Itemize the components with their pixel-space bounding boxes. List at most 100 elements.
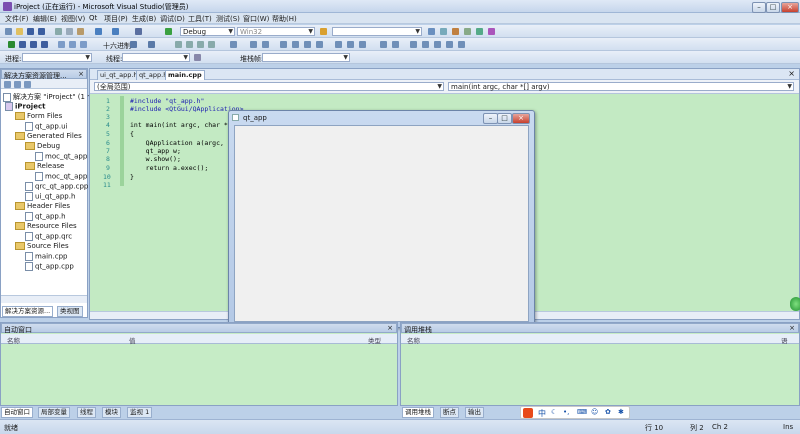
- column-value[interactable]: 值: [129, 335, 136, 345]
- text-icon-1[interactable]: [175, 41, 182, 48]
- properties-icon[interactable]: [452, 28, 459, 35]
- column-name[interactable]: 名称: [7, 335, 20, 345]
- tab-autos[interactable]: 自动窗口: [1, 407, 33, 418]
- stop-debugging-icon[interactable]: [30, 41, 37, 48]
- menu-tools[interactable]: 工具(T): [188, 14, 212, 24]
- menu-project[interactable]: 项目(P): [104, 14, 128, 24]
- tab-breakpoints[interactable]: 断点: [440, 407, 459, 418]
- tree-item-moc-debug[interactable]: moc_qt_app: [35, 152, 87, 161]
- code-line[interactable]: qt_app w;: [130, 147, 181, 155]
- tab-threads[interactable]: 线程: [77, 407, 96, 418]
- object-browser-icon[interactable]: [476, 28, 483, 35]
- code-line[interactable]: {: [130, 130, 134, 138]
- close-panel-icon[interactable]: ×: [78, 70, 84, 78]
- text-icon-3[interactable]: [197, 41, 204, 48]
- step-into-icon[interactable]: [58, 41, 65, 48]
- tab-call-stack[interactable]: 调用堆栈: [402, 407, 434, 418]
- undo-icon[interactable]: [95, 28, 102, 35]
- code-line[interactable]: w.show();: [130, 155, 181, 163]
- qt-icon-3[interactable]: [262, 41, 269, 48]
- tree-item-resource-files[interactable]: Resource Files: [15, 222, 77, 230]
- tree-item-project[interactable]: iProject: [5, 102, 45, 111]
- qt-icon-11[interactable]: [380, 41, 387, 48]
- column-language[interactable]: 语: [781, 335, 788, 345]
- ime-punct-icon[interactable]: •,: [563, 408, 569, 416]
- windows-menu-icon[interactable]: [148, 41, 155, 48]
- tab-solution-explorer[interactable]: 解决方案资源...: [2, 306, 54, 317]
- close-panel-icon[interactable]: ×: [789, 324, 795, 332]
- code-line[interactable]: int main(int argc, char *: [130, 121, 228, 129]
- continue-debug-icon[interactable]: [8, 41, 15, 48]
- menu-file[interactable]: 文件(F): [5, 14, 29, 24]
- qt-icon-2[interactable]: [250, 41, 257, 48]
- code-line[interactable]: QApplication a(argc,: [130, 139, 224, 147]
- open-file-icon[interactable]: [16, 28, 23, 35]
- qt-close-button[interactable]: ×: [512, 113, 530, 124]
- menu-window[interactable]: 窗口(W): [243, 14, 269, 24]
- qt-icon-13[interactable]: [410, 41, 417, 48]
- ime-moon-icon[interactable]: ☾: [551, 408, 557, 416]
- save-icon[interactable]: [27, 28, 34, 35]
- ime-tools-icon[interactable]: ✱: [618, 408, 624, 416]
- tree-item-debug[interactable]: Debug: [25, 142, 60, 150]
- show-all-files-icon[interactable]: [14, 81, 21, 88]
- tree-item-qt-app-qrc[interactable]: qt_app.qrc: [25, 232, 72, 241]
- tree-item-release[interactable]: Release: [25, 162, 64, 170]
- solution-platform-select[interactable]: Win32 ▼: [237, 27, 315, 36]
- qt-icon-10[interactable]: [359, 41, 366, 48]
- solution-config-select[interactable]: Debug ▼: [180, 27, 235, 36]
- find-icon[interactable]: [320, 28, 327, 35]
- properties-icon[interactable]: [4, 81, 11, 88]
- save-all-icon[interactable]: [38, 28, 45, 35]
- tree-item-solution[interactable]: 解决方案 "iProject" (1 个: [3, 92, 94, 102]
- process-select[interactable]: ▼: [22, 53, 92, 62]
- menu-build[interactable]: 生成(B): [132, 14, 156, 24]
- flag-thread-icon[interactable]: [194, 54, 201, 61]
- ime-skin-icon[interactable]: ✿: [605, 408, 611, 416]
- step-out-icon[interactable]: [80, 41, 87, 48]
- step-over-icon[interactable]: [69, 41, 76, 48]
- tree-item-main-cpp[interactable]: main.cpp: [25, 252, 67, 261]
- solution-explorer-icon[interactable]: [440, 28, 447, 35]
- copy-icon[interactable]: [66, 28, 73, 35]
- tree-item-source-files[interactable]: Source Files: [15, 242, 69, 250]
- code-line[interactable]: }: [130, 173, 134, 181]
- ime-keyboard-icon[interactable]: ⌨: [577, 408, 587, 416]
- qt-icon-6[interactable]: [304, 41, 311, 48]
- tree-item-qrc[interactable]: qrc_qt_app.cpp: [25, 182, 88, 191]
- qt-icon-16[interactable]: [446, 41, 453, 48]
- stack-frame-select[interactable]: ▼: [262, 53, 350, 62]
- tab-watch-1[interactable]: 监视 1: [127, 407, 153, 418]
- find-in-files-icon[interactable]: [428, 28, 435, 35]
- tab-locals[interactable]: 局部变量: [38, 407, 70, 418]
- breakpoints-icon[interactable]: [130, 41, 137, 48]
- qt-icon-15[interactable]: [434, 41, 441, 48]
- maximize-button[interactable]: □: [766, 2, 780, 13]
- column-name[interactable]: 名称: [407, 335, 420, 345]
- ime-user-icon[interactable]: ☺: [591, 408, 598, 416]
- tab-class-view[interactable]: 类视图: [57, 306, 83, 317]
- navigate-back-icon[interactable]: [135, 28, 142, 35]
- qt-icon-9[interactable]: [347, 41, 354, 48]
- start-page-icon[interactable]: [488, 28, 495, 35]
- menu-test[interactable]: 测试(S): [216, 14, 240, 24]
- paste-icon[interactable]: [77, 28, 84, 35]
- horizontal-scrollbar[interactable]: [1, 295, 87, 303]
- code-line[interactable]: #include "qt_app.h": [130, 97, 204, 105]
- tree-item-qt-app-ui[interactable]: qt_app.ui: [25, 122, 67, 131]
- sogou-ime-icon[interactable]: [523, 408, 533, 418]
- menu-view[interactable]: 视图(V): [61, 14, 85, 24]
- cut-icon[interactable]: [55, 28, 62, 35]
- code-line[interactable]: #include <QtGui/QApplication>: [130, 105, 244, 113]
- tree-item-ui-h[interactable]: ui_qt_app.h: [25, 192, 75, 201]
- close-document-icon[interactable]: ×: [788, 69, 795, 78]
- tree-item-qt-app-cpp[interactable]: qt_app.cpp: [25, 262, 74, 271]
- tree-item-qt-app-h[interactable]: qt_app.h: [25, 212, 66, 221]
- menu-debug[interactable]: 调试(D): [160, 14, 185, 24]
- tab-modules[interactable]: 模块: [102, 407, 121, 418]
- tree-item-header-files[interactable]: Header Files: [15, 202, 70, 210]
- column-type[interactable]: 类型: [368, 335, 381, 345]
- redo-icon[interactable]: [112, 28, 119, 35]
- function-select[interactable]: main(int argc, char *[] argv) ▼: [448, 82, 794, 91]
- refresh-icon[interactable]: [24, 81, 31, 88]
